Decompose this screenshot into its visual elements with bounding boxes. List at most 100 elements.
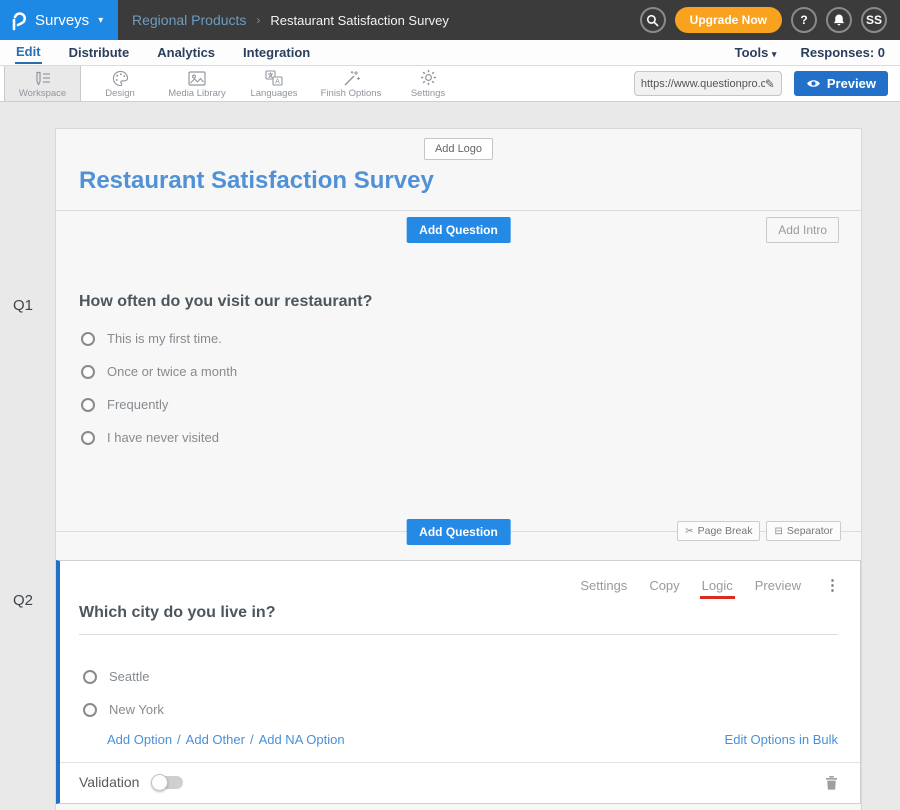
survey-url-field[interactable]: ✎ [634,71,782,96]
add-other-link[interactable]: Add Other [186,732,245,747]
radio-button[interactable] [81,365,95,379]
question-tag-q1: Q1 [13,297,33,314]
radio-button[interactable] [83,703,97,717]
toolbar-settings[interactable]: Settings [389,66,466,101]
toolbar-finish-options-label: Languages [250,88,297,99]
add-option-links: Add Option/Add Other/Add NA Option [107,732,345,747]
question-1-text[interactable]: How often do you visit our restaurant? [79,293,839,311]
question-2-card[interactable]: Settings Copy Logic Preview ⋮ Which city… [56,560,861,804]
responses-count[interactable]: Responses: 0 [800,45,885,60]
radio-button[interactable] [81,398,95,412]
validation-toggle[interactable] [153,776,183,789]
notifications-button[interactable] [826,7,852,33]
radio-button[interactable] [83,670,97,684]
separator-icon: ⊟ [774,526,782,537]
bell-icon [832,13,846,27]
q1-option-label[interactable]: This is my first time. [107,331,222,346]
q1-option-label[interactable]: I have never visited [107,430,219,445]
q2-copy-menu-item[interactable]: Copy [649,578,679,593]
svg-text:A: A [275,78,280,85]
tab-edit[interactable]: Edit [15,41,42,64]
question-1[interactable]: How often do you visit our restaurant? T… [56,248,861,466]
product-switcher[interactable]: Surveys ▾ [0,0,118,40]
page-break-icon: ✂ [685,526,693,537]
question-2-menu: Settings Copy Logic Preview ⋮ [60,561,860,594]
trash-icon [825,775,838,790]
question-mark-icon: ? [800,13,807,27]
question-tag-q2: Q2 [13,592,33,609]
q1-option-row: This is my first time. [81,322,839,355]
kebab-menu-icon[interactable]: ⋮ [825,576,840,594]
top-header: Surveys ▾ Regional Products › Restaurant… [0,0,900,40]
editor-canvas: Q1 Q2 Add Logo Restaurant Satisfaction S… [0,102,900,810]
toolbar-finish-options[interactable]: Finish Options [312,66,389,101]
breadcrumb: Regional Products › Restaurant Satisfact… [132,12,449,28]
add-na-option-link[interactable]: Add NA Option [259,732,345,747]
toolbar-workspace[interactable]: Workspace [4,66,81,101]
toolbar-settings-label: Settings [411,88,445,99]
q1-option-label[interactable]: Once or twice a month [107,364,237,379]
edit-options-in-bulk-link[interactable]: Edit Options in Bulk [725,732,838,747]
survey-card: Add Logo Restaurant Satisfaction Survey … [55,128,862,810]
survey-url-input[interactable] [641,78,765,90]
add-option-link[interactable]: Add Option [107,732,172,747]
q1-option-row: Frequently [81,388,839,421]
translate-icon: A [265,70,283,86]
magic-wand-icon [343,70,360,86]
q1-option-label[interactable]: Frequently [107,397,168,412]
avatar-initials: SS [866,13,882,27]
avatar[interactable]: SS [861,7,887,33]
palette-icon [112,70,129,86]
toolbar-workspace-label: Workspace [19,88,66,99]
gear-icon [420,69,437,86]
product-name: Surveys [35,12,89,29]
q2-option-row: Seattle [83,660,860,693]
breadcrumb-survey-title: Restaurant Satisfaction Survey [270,13,448,28]
q2-option-label[interactable]: New York [109,702,164,717]
tab-analytics[interactable]: Analytics [156,42,216,63]
question-2-text[interactable]: Which city do you live in? [79,604,838,635]
q2-option-row: New York [83,693,860,726]
chevron-down-icon: ▾ [772,49,777,59]
add-question-button[interactable]: Add Question [406,217,511,243]
q1-option-row: Once or twice a month [81,355,839,388]
help-button[interactable]: ? [791,7,817,33]
search-icon [646,14,659,27]
breadcrumb-folder[interactable]: Regional Products [132,12,246,28]
survey-nav: Edit Distribute Analytics Integration To… [0,40,900,66]
q2-logic-menu-item[interactable]: Logic [702,578,733,593]
toolbar-design-label: Design [105,88,135,99]
add-question-button[interactable]: Add Question [406,519,511,545]
add-question-row-top: Add Question Add Intro [56,210,861,248]
add-intro-button[interactable]: Add Intro [766,217,839,243]
search-button[interactable] [640,7,666,33]
add-logo-button[interactable]: Add Logo [424,138,493,160]
delete-question-button[interactable] [825,775,838,790]
q2-settings-menu-item[interactable]: Settings [580,578,627,593]
toolbar-design[interactable]: Design [81,66,158,101]
header-actions: Upgrade Now ? SS [640,7,900,33]
radio-button[interactable] [81,431,95,445]
questionpro-logo-icon [10,9,28,31]
preview-button[interactable]: Preview [794,71,888,96]
tab-integration[interactable]: Integration [242,42,311,63]
toolbar-languages-label: Finish Options [321,88,382,99]
upgrade-now-button[interactable]: Upgrade Now [675,7,782,33]
chevron-down-icon: ▾ [98,15,103,26]
edit-url-icon[interactable]: ✎ [765,77,775,91]
survey-title[interactable]: Restaurant Satisfaction Survey [79,167,861,195]
radio-button[interactable] [81,332,95,346]
toolbar-languages[interactable]: A Languages [235,66,312,101]
validation-label: Validation [79,774,139,790]
q1-option-row: I have never visited [81,421,839,454]
q2-option-label[interactable]: Seattle [109,669,149,684]
page-break-button[interactable]: ✂ Page Break [677,521,760,541]
tab-distribute[interactable]: Distribute [68,42,131,63]
preview-button-label: Preview [827,76,876,91]
tools-menu[interactable]: Tools ▾ [735,45,777,60]
eye-icon [806,78,821,89]
toolbar-media-library[interactable]: Media Library [158,66,235,101]
image-icon [188,71,206,86]
separator-button[interactable]: ⊟ Separator [766,521,841,541]
q2-preview-menu-item[interactable]: Preview [755,578,801,593]
